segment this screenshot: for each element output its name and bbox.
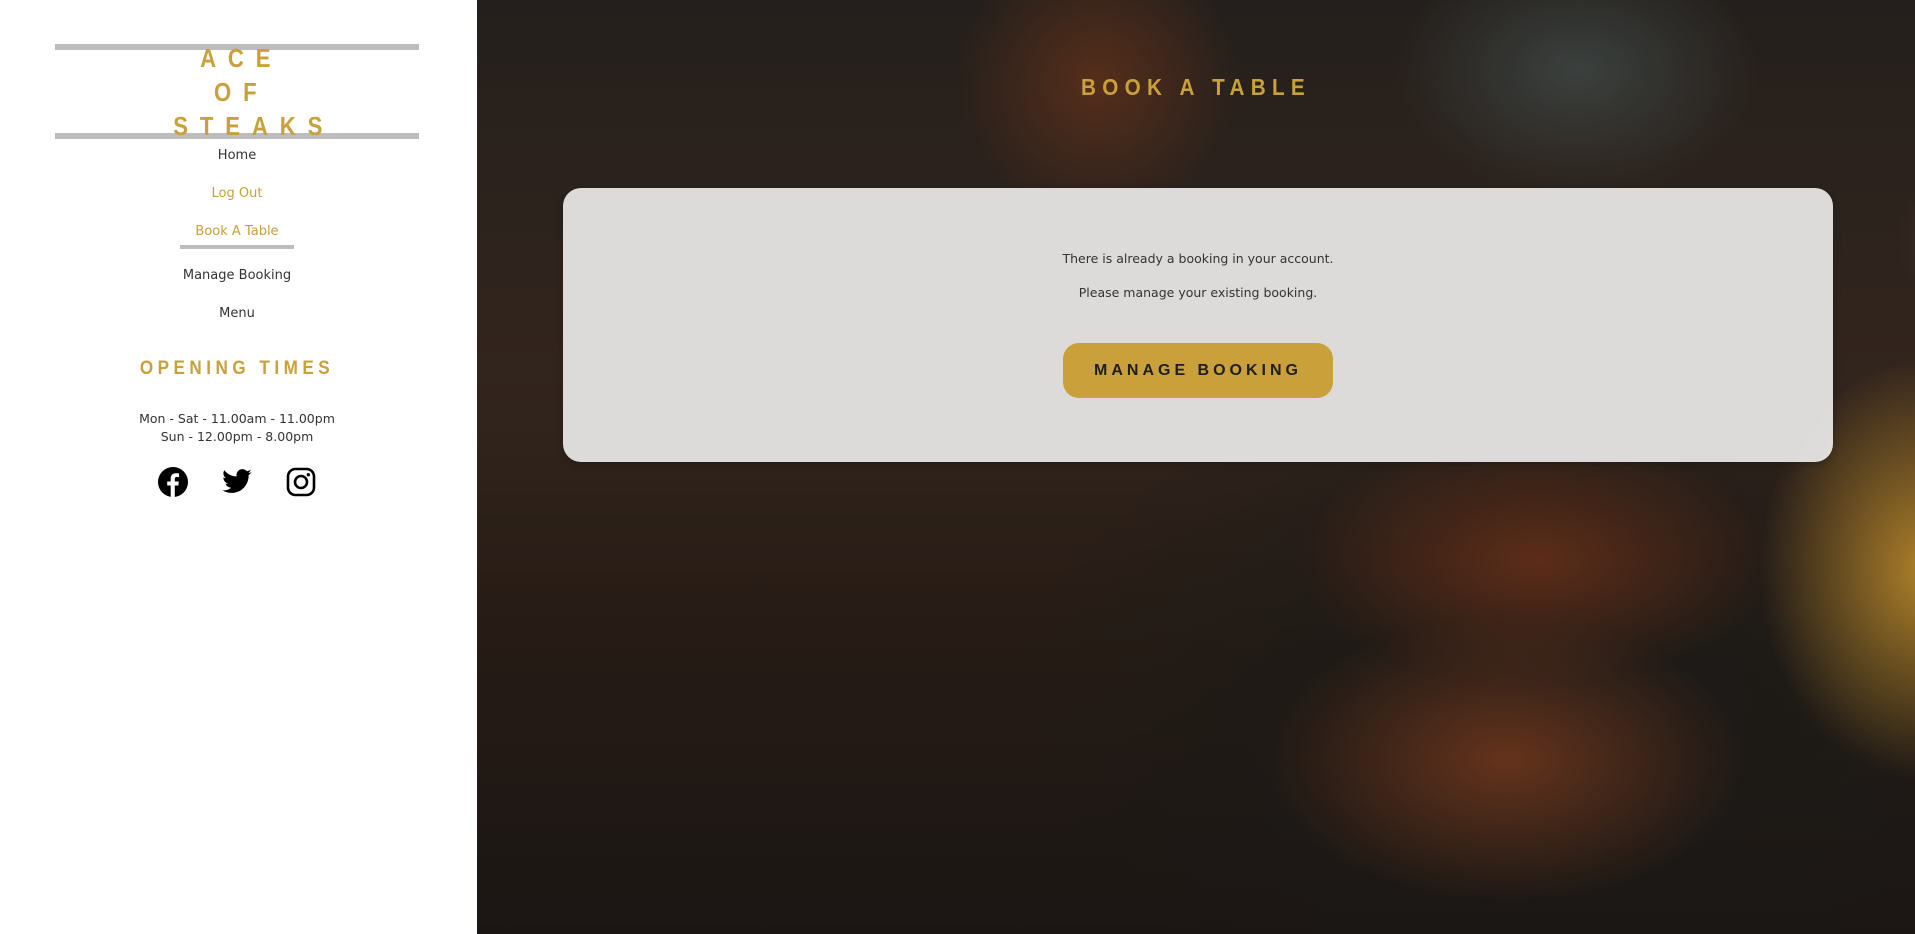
opening-times-heading: OPENING TIMES <box>139 358 335 379</box>
social-links <box>0 466 474 498</box>
manage-booking-prompt: Please manage your existing booking. <box>1078 285 1318 300</box>
instagram-icon[interactable] <box>285 466 317 498</box>
facebook-icon[interactable] <box>157 466 189 498</box>
main-nav: Home Log Out Book A Table Manage Booking… <box>0 143 474 339</box>
nav-item-menu[interactable]: Menu <box>0 301 474 339</box>
nav-item-manage-booking[interactable]: Manage Booking <box>0 263 474 301</box>
brand-logo[interactable]: ACE OF STEAKS <box>55 43 419 141</box>
twitter-icon[interactable] <box>221 466 253 498</box>
booking-notice-card: There is already a booking in your accou… <box>563 188 1833 462</box>
sidebar: ACE OF STEAKS Home Log Out Book A Table … <box>0 0 477 934</box>
nav-item-logout[interactable]: Log Out <box>0 181 474 219</box>
booking-exists-message: There is already a booking in your accou… <box>1062 251 1334 266</box>
nav-item-home[interactable]: Home <box>0 143 474 181</box>
opening-hours: Mon - Sat - 11.00am - 11.00pm Sun - 12.0… <box>0 410 474 446</box>
hero-background: BOOK A TABLE There is already a booking … <box>477 0 1915 934</box>
brand-name: ACE OF STEAKS <box>173 42 335 141</box>
nav-item-book-a-table[interactable]: Book A Table <box>0 219 474 263</box>
page-title: BOOK A TABLE <box>1080 74 1312 100</box>
opening-hours-weekdays: Mon - Sat - 11.00am - 11.00pm <box>139 411 335 426</box>
opening-hours-sunday: Sun - 12.00pm - 8.00pm <box>160 429 314 444</box>
manage-booking-button[interactable]: MANAGE BOOKING <box>1063 343 1333 398</box>
